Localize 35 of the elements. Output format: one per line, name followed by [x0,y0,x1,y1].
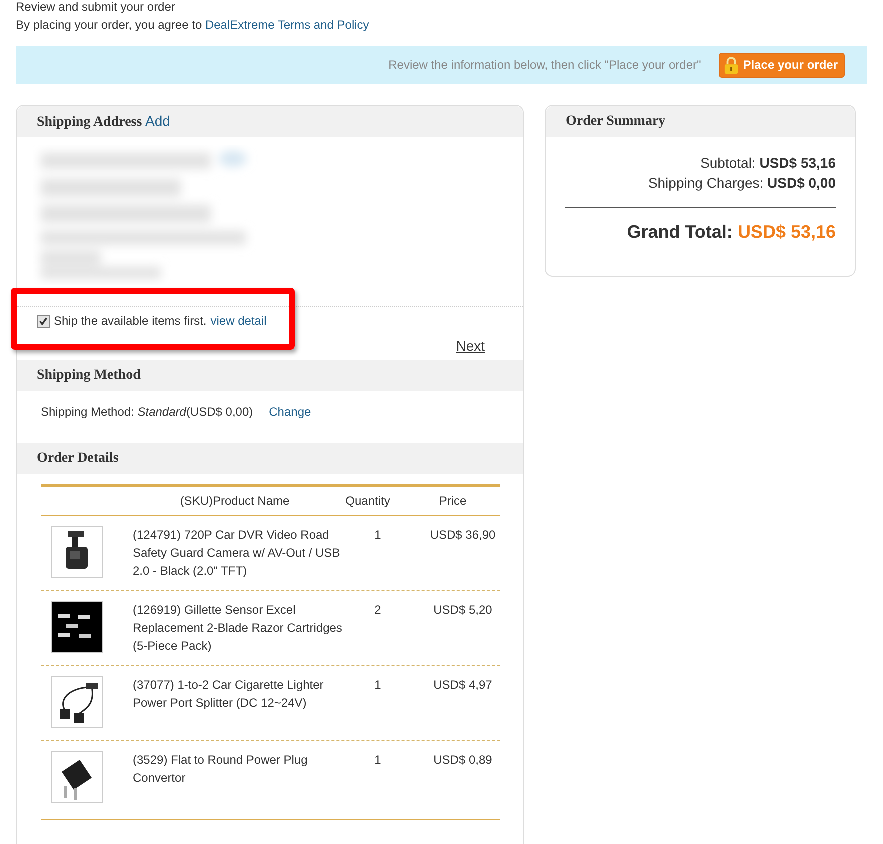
section-title: Shipping Method [37,368,141,383]
product-name: (37077) 1-to-2 Car Cigarette Lighter Power Port Splitter (DC 12~24V) [133,677,325,712]
quantity-cell-text: 1 [374,752,382,769]
section-title: Order Details [37,451,119,466]
change-link[interactable]: Change [269,405,312,419]
agreement-text: By placing your order, you agree to DealExtreme Terms and Policy [16,18,370,32]
product-name: (124791) 720P Car DVR Video Road Safety Guard Camera w/ AV-Out / USB 2.0 - Black (2.0" TFT) [133,527,342,580]
column-header: (SKU)Product Name [179,494,291,508]
product-name: (3529) Flat to Round Power Plug Convertor [133,752,309,787]
quantity-cell-text: 2 [374,602,382,619]
price-cell-text: USD$ 4,97 [432,677,494,694]
shipping-method-text: Shipping Method: Standard(USD$ 0,00) [41,405,254,419]
quantity-cell-text: 1 [374,527,382,544]
column-header: Quantity [344,494,392,508]
grand-total-value: USD$ 53,16 [738,222,836,242]
price-cell-text: USD$ 5,20 [432,602,494,619]
shipping-charges-text: Shipping Charges: USD$ 0,00 [647,174,836,193]
product-name: (126919) Gillette Sensor Excel Replacement 2-Blade Razor Cartridges (5-Piece Pack) [133,602,343,655]
grand-total-label: Grand Total: [627,222,733,242]
banner-message: Review the information below, then click "Place your order" [388,58,702,72]
subtotal-text: Subtotal: USD$ 53,16 [700,154,836,173]
add-link[interactable]: Add [146,113,170,129]
price-cell-text: USD$ 0,89 [432,752,494,769]
section-title: Order Summary [566,114,666,129]
view-detail-link[interactable]: view detail [210,314,267,328]
next-link[interactable]: Next [456,338,485,360]
price-cell-text: USD$ 36,90 [429,527,497,544]
checkbox-label: Ship the available items first. [54,314,207,328]
checkbox[interactable] [37,314,50,328]
terms-link[interactable]: DealExtreme Terms and Policy [205,18,370,32]
page-title: Review and submit your order [16,0,176,14]
padlock-icon [724,56,740,74]
quantity-cell-text: 1 [374,677,382,694]
column-header: Price [438,494,468,508]
section-title: Shipping Address [37,115,142,130]
